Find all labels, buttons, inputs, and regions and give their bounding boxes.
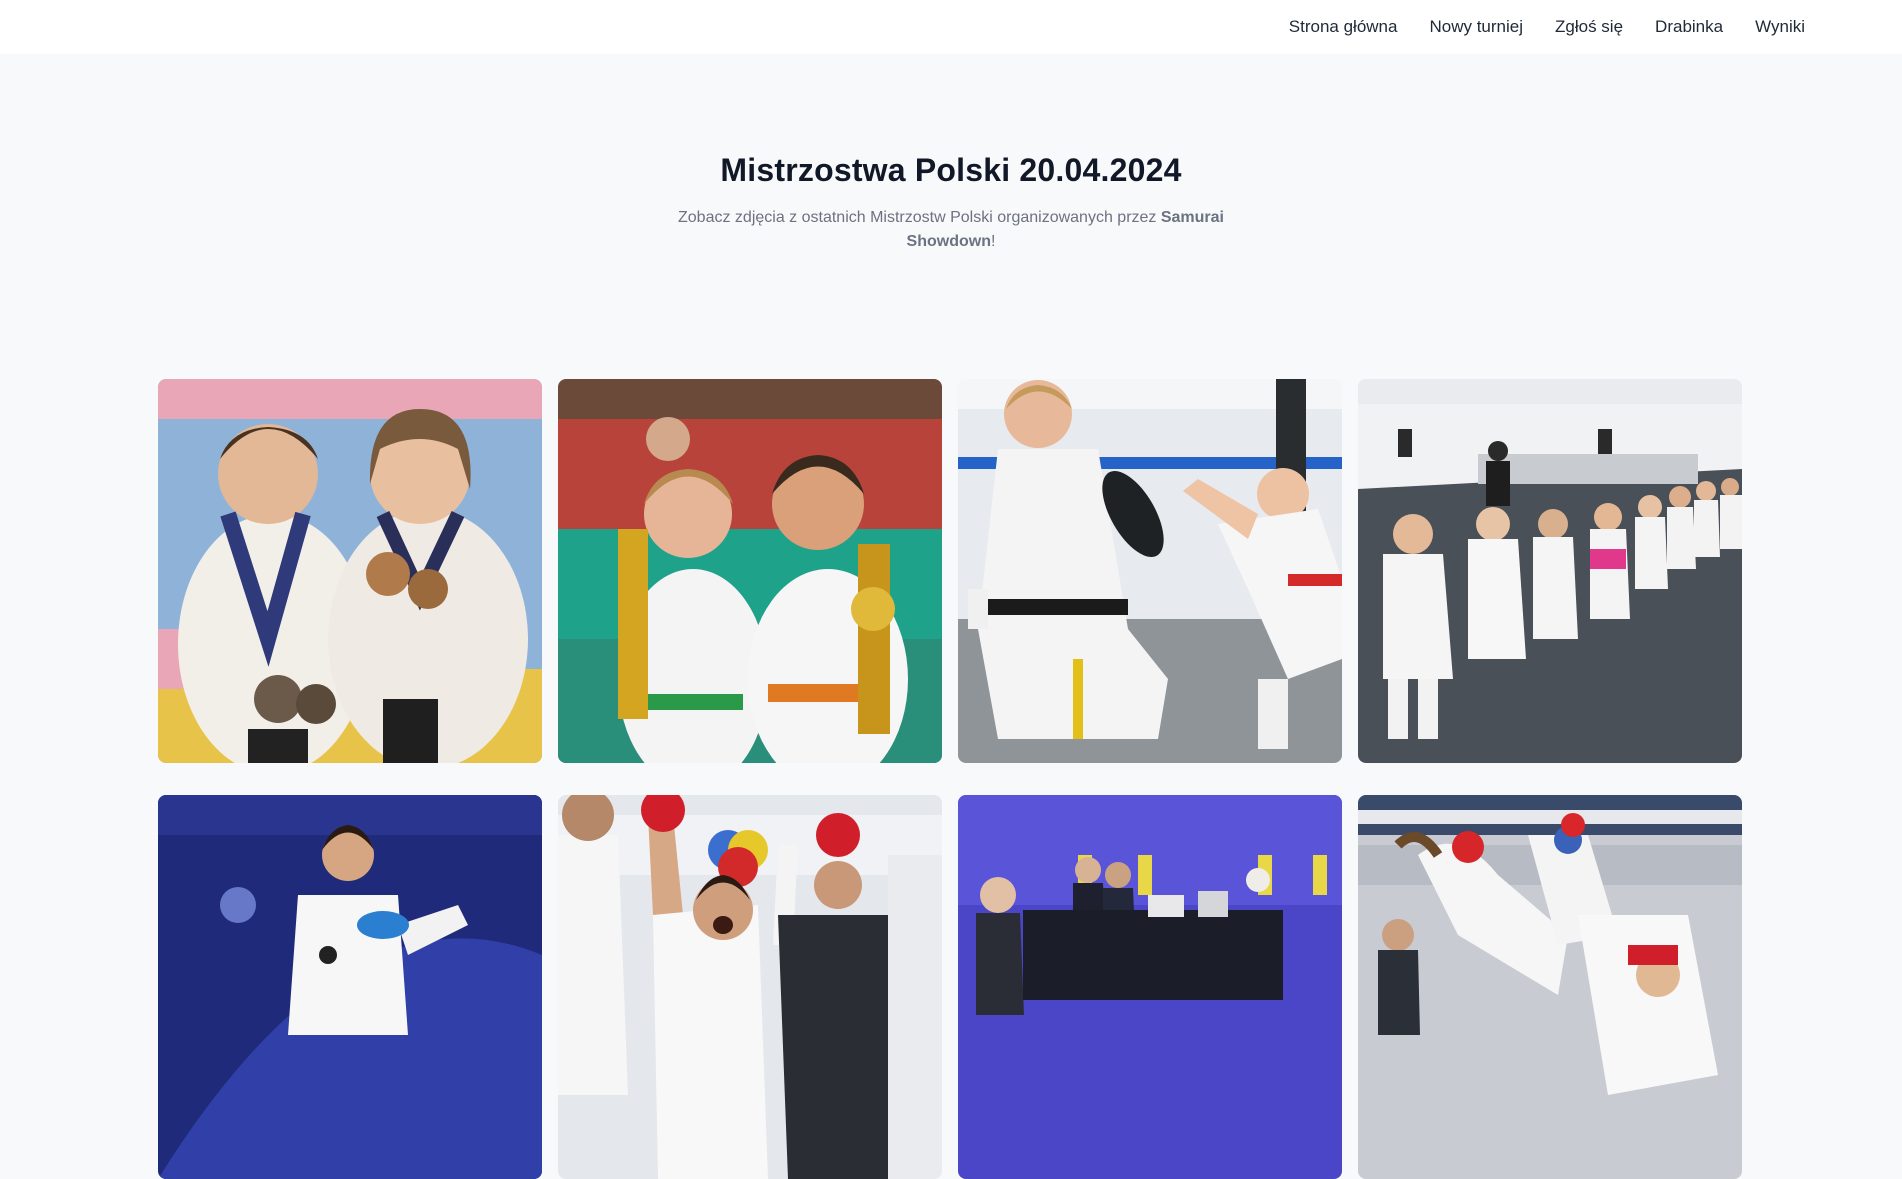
subtitle-suffix: !: [990, 233, 996, 250]
gallery-photo-champion[interactable]: [158, 795, 542, 1179]
gallery-photo-kumite-winner[interactable]: [558, 795, 942, 1179]
photo-image: [1358, 379, 1742, 763]
nav-link-bracket[interactable]: Drabinka: [1655, 16, 1723, 38]
photo-image: [158, 379, 542, 763]
gallery-photo-medals[interactable]: [158, 379, 542, 763]
page-title: Mistrzostwa Polski 20.04.2024: [720, 152, 1182, 188]
nav-link-new-tournament[interactable]: Nowy turniej: [1429, 16, 1523, 38]
photo-image: [558, 795, 942, 1179]
gallery-photo-sparring[interactable]: [1358, 795, 1742, 1179]
photo-image: [558, 379, 942, 763]
subtitle-text: Zobacz zdjęcia z ostatnich Mistrzostw Po…: [678, 209, 1161, 226]
gallery-photo-kick-training[interactable]: [958, 379, 1342, 763]
nav-link-register[interactable]: Zgłoś się: [1555, 16, 1623, 38]
photo-image: [158, 795, 542, 1179]
hero-section: Mistrzostwa Polski 20.04.2024 Zobacz zdj…: [0, 148, 1902, 254]
photo-image: [1358, 795, 1742, 1179]
top-navigation: Strona główna Nowy turniej Zgłoś się Dra…: [0, 0, 1902, 54]
gallery-photo-trophies[interactable]: [558, 379, 942, 763]
photo-image: [958, 379, 1342, 763]
page-subtitle: Zobacz zdjęcia z ostatnich Mistrzostw Po…: [671, 206, 1231, 254]
nav-menu: Strona główna Nowy turniej Zgłoś się Dra…: [1289, 16, 1805, 38]
gallery-photo-dojo-lineup[interactable]: [1358, 379, 1742, 763]
photo-image: [958, 795, 1342, 1179]
nav-link-results[interactable]: Wyniki: [1755, 16, 1805, 38]
photo-gallery: [158, 379, 1742, 1179]
gallery-photo-judges-table[interactable]: [958, 795, 1342, 1179]
nav-link-home[interactable]: Strona główna: [1289, 16, 1398, 38]
